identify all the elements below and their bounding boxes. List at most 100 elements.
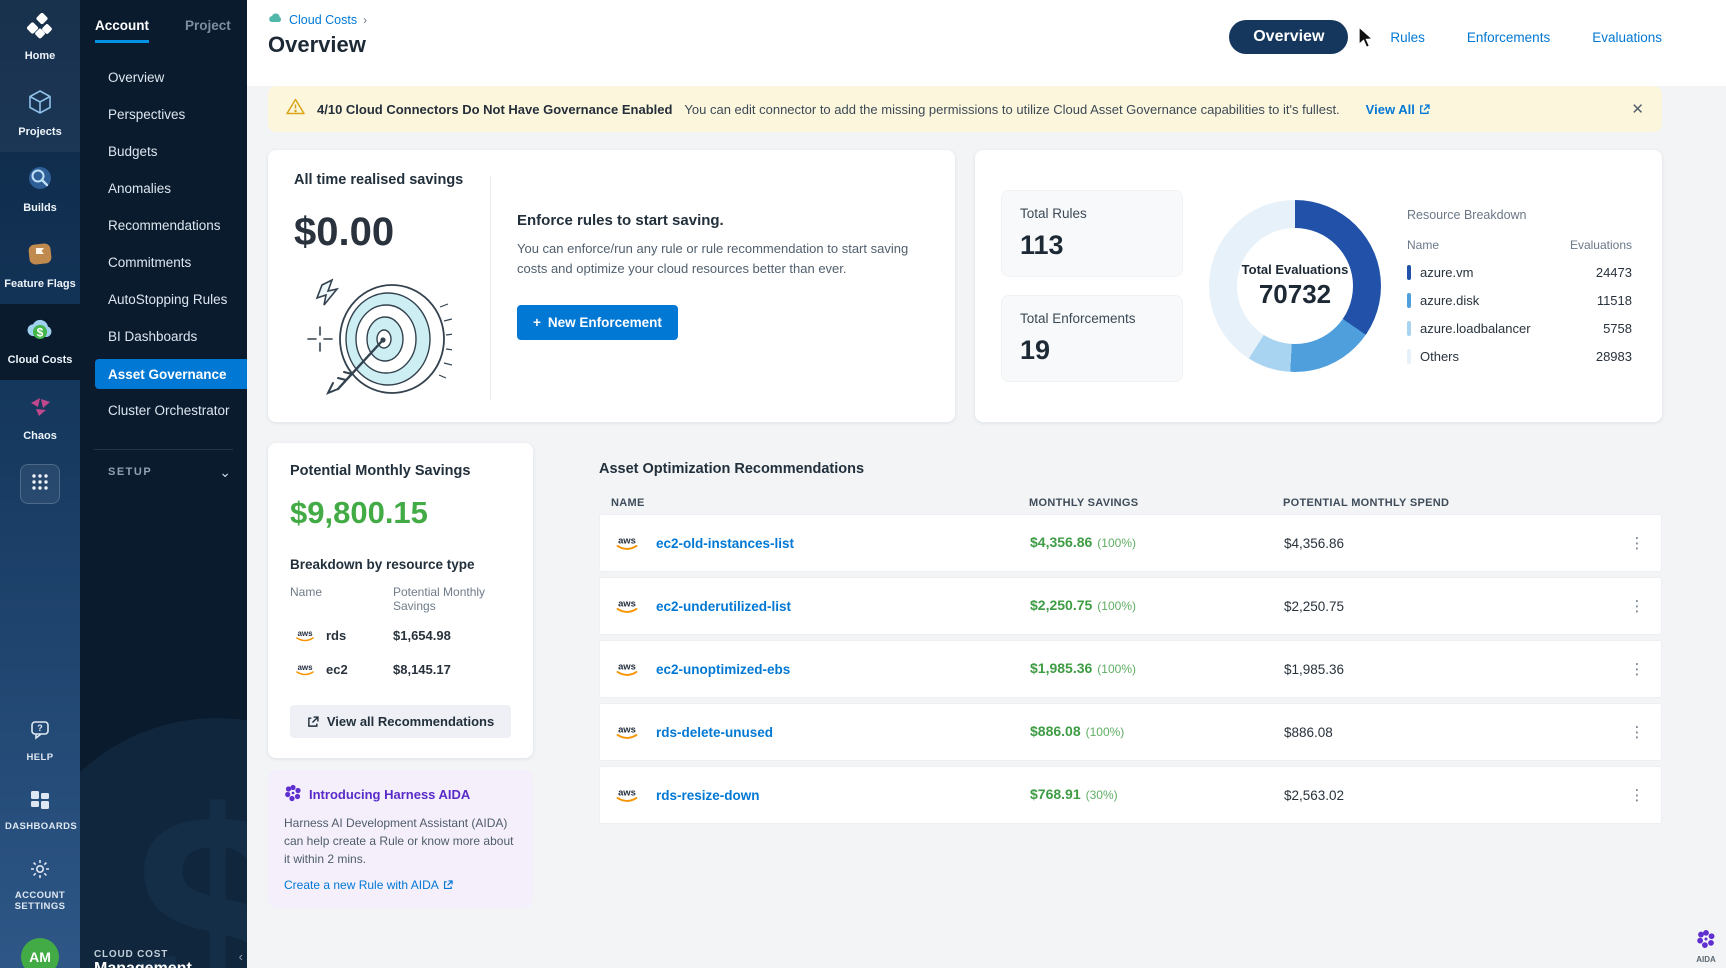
sidebar-item-bi-dashboards[interactable]: BI Dashboards	[80, 318, 247, 355]
create-rule-with-aida-link[interactable]: Create a new Rule with AIDA	[284, 878, 453, 892]
savings-percent: (100%)	[1086, 725, 1125, 739]
sidebar-item-overview[interactable]: Overview	[80, 59, 247, 96]
recommendation-name-link[interactable]: rds-delete-unused	[656, 725, 773, 740]
view-all-recommendations-button[interactable]: View all Recommendations	[290, 705, 511, 738]
sidebar-item-commitments[interactable]: Commitments	[80, 244, 247, 281]
sidebar-item-recommendations[interactable]: Recommendations	[80, 207, 247, 244]
help-button[interactable]: ? HELP	[5, 720, 75, 763]
savings-percent: (100%)	[1097, 599, 1136, 613]
savings-percent: (100%)	[1097, 662, 1136, 676]
page-tabs: Overview Rules Enforcements Evaluations	[1229, 20, 1662, 54]
breadcrumb-cloud-costs-link[interactable]: Cloud Costs	[289, 13, 357, 27]
legend-row: azure.disk 11518	[1407, 293, 1632, 308]
monthly-savings-value: $1,985.36	[1030, 660, 1092, 676]
monthly-savings-value: $768.91	[1030, 786, 1081, 802]
recommendation-row[interactable]: awsec2-underutilized-list$2,250.75(100%)…	[599, 577, 1662, 635]
tab-evaluations[interactable]: Evaluations	[1592, 30, 1662, 45]
monthly-savings-value: $4,356.86	[1030, 534, 1092, 550]
svg-text:aws: aws	[618, 725, 636, 736]
svg-text:?: ?	[37, 723, 43, 733]
tab-enforcements[interactable]: Enforcements	[1467, 30, 1550, 45]
row-menu-kebab-icon[interactable]: ⋮	[1613, 667, 1661, 672]
rail-item-chaos[interactable]: Chaos	[0, 380, 80, 456]
external-link-icon	[1419, 104, 1430, 115]
potential-monthly-spend-value: $2,250.75	[1284, 599, 1613, 614]
enforce-cta-body: You can enforce/run any rule or rule rec…	[517, 239, 929, 279]
chaos-icon	[27, 393, 53, 424]
sidebar-item-autostopping-rules[interactable]: AutoStopping Rules	[80, 281, 247, 318]
legend-row: Others 28983	[1407, 349, 1632, 364]
recommendation-row[interactable]: awsrds-resize-down$768.91(30%)$2,563.02⋮	[599, 766, 1662, 824]
svg-text:aws: aws	[297, 663, 313, 672]
cloud-costs-icon: $	[25, 317, 55, 348]
breadcrumb: Cloud Costs ›	[268, 12, 367, 27]
legend-swatch	[1407, 293, 1411, 308]
rail-item-home[interactable]: Home	[0, 0, 80, 76]
recommendation-name-link[interactable]: rds-resize-down	[656, 788, 760, 803]
recommendation-row[interactable]: aws ec2-unoptimized-ebs $1,985.36 (100%) $1,…	[599, 640, 1662, 698]
svg-text:$: $	[37, 326, 44, 340]
potential-monthly-savings-card: Potential Monthly Savings $9,800.15 Brea…	[268, 443, 533, 758]
sidebar-item-cluster-orchestrator[interactable]: Cluster Orchestrator	[80, 392, 247, 429]
gear-icon	[29, 858, 51, 885]
aws-icon: aws	[612, 720, 642, 744]
scope-tab-project[interactable]: Project	[185, 18, 231, 43]
sidebar-item-asset-governance[interactable]: Asset Governance	[95, 359, 247, 389]
breadcrumb-separator: ›	[363, 13, 367, 27]
dartboard-illustration	[294, 277, 490, 404]
account-settings-button[interactable]: ACCOUNT SETTINGS	[5, 858, 75, 912]
recommendation-row[interactable]: aws ec2-old-instances-list $4,356.86 (100%)…	[599, 514, 1662, 572]
svg-text:aws: aws	[618, 536, 636, 547]
row-menu-kebab-icon[interactable]: ⋮	[1613, 793, 1661, 798]
row-menu-kebab-icon[interactable]: ⋮	[1613, 730, 1661, 735]
legend-swatch	[1407, 265, 1411, 280]
rail-item-feature-flags[interactable]: Feature Flags	[0, 228, 80, 304]
external-link-icon	[443, 880, 453, 890]
sidebar-item-budgets[interactable]: Budgets	[80, 133, 247, 170]
recommendations-table-title: Asset Optimization Recommendations	[599, 461, 1662, 477]
user-avatar[interactable]: AM	[21, 938, 59, 968]
aida-fab-button[interactable]: AIDA	[1696, 929, 1716, 964]
sidebar-item-perspectives[interactable]: Perspectives	[80, 96, 247, 133]
monthly-savings-amount: $9,800.15	[290, 495, 511, 531]
savings-percent: (100%)	[1097, 536, 1136, 550]
page-title: Overview	[268, 32, 367, 58]
tab-overview[interactable]: Overview	[1229, 20, 1348, 54]
banner-view-all-link[interactable]: View All	[1366, 102, 1430, 117]
monthly-savings-value: $886.08	[1030, 723, 1081, 739]
aws-icon: aws	[612, 783, 642, 807]
svg-text:aws: aws	[618, 662, 636, 673]
recommendation-name-link[interactable]: ec2-old-instances-list	[656, 536, 794, 551]
potential-monthly-spend-value: $1,985.36	[1284, 662, 1613, 677]
rail-item-cloud-costs[interactable]: $ Cloud Costs	[0, 304, 80, 380]
warning-triangle-icon	[286, 98, 305, 120]
recommendation-name-link[interactable]: ec2-unoptimized-ebs	[656, 662, 790, 677]
breakdown-title: Breakdown by resource type	[290, 557, 511, 572]
projects-cube-icon	[27, 89, 53, 120]
setup-section-toggle[interactable]: SETUP ⌄	[80, 450, 247, 478]
sidebar-item-anomalies[interactable]: Anomalies	[80, 170, 247, 207]
scope-tab-account[interactable]: Account	[95, 18, 149, 43]
banner-close-icon[interactable]: ✕	[1631, 100, 1644, 118]
total-enforcements-stat: Total Enforcements 19	[1001, 295, 1183, 382]
tab-rules[interactable]: Rules	[1390, 30, 1425, 45]
sidebar-collapse-handle[interactable]: ‹	[235, 947, 247, 966]
recommendation-name-link[interactable]: ec2-underutilized-list	[656, 599, 791, 614]
rail-item-builds[interactable]: Builds	[0, 152, 80, 228]
aida-promo-body: Harness AI Development Assistant (AIDA) …	[284, 814, 517, 868]
row-menu-kebab-icon[interactable]: ⋮	[1613, 541, 1661, 546]
dashboards-button[interactable]: DASHBOARDS	[5, 789, 75, 832]
apps-grid-button[interactable]	[20, 464, 60, 504]
recommendations-table-body: aws ec2-old-instances-list $4,356.86 (100%)…	[599, 514, 1662, 824]
cloud-costs-sidebar: Account Project Overview Perspectives Bu…	[80, 0, 247, 968]
recommendation-row[interactable]: awsrds-delete-unused$886.08(100%)$886.08…	[599, 703, 1662, 761]
resource-breakdown-legend: Resource Breakdown Name Evaluations azur…	[1407, 208, 1636, 364]
governance-warning-banner: 4/10 Cloud Connectors Do Not Have Govern…	[268, 86, 1662, 132]
aida-flower-icon	[284, 784, 302, 805]
builds-icon	[27, 165, 53, 196]
svg-text:aws: aws	[618, 788, 636, 799]
row-menu-kebab-icon[interactable]: ⋮	[1613, 604, 1661, 609]
total-rules-stat: Total Rules 113	[1001, 190, 1183, 277]
rail-item-projects[interactable]: Projects	[0, 76, 80, 152]
new-enforcement-button[interactable]: + New Enforcement	[517, 305, 678, 340]
